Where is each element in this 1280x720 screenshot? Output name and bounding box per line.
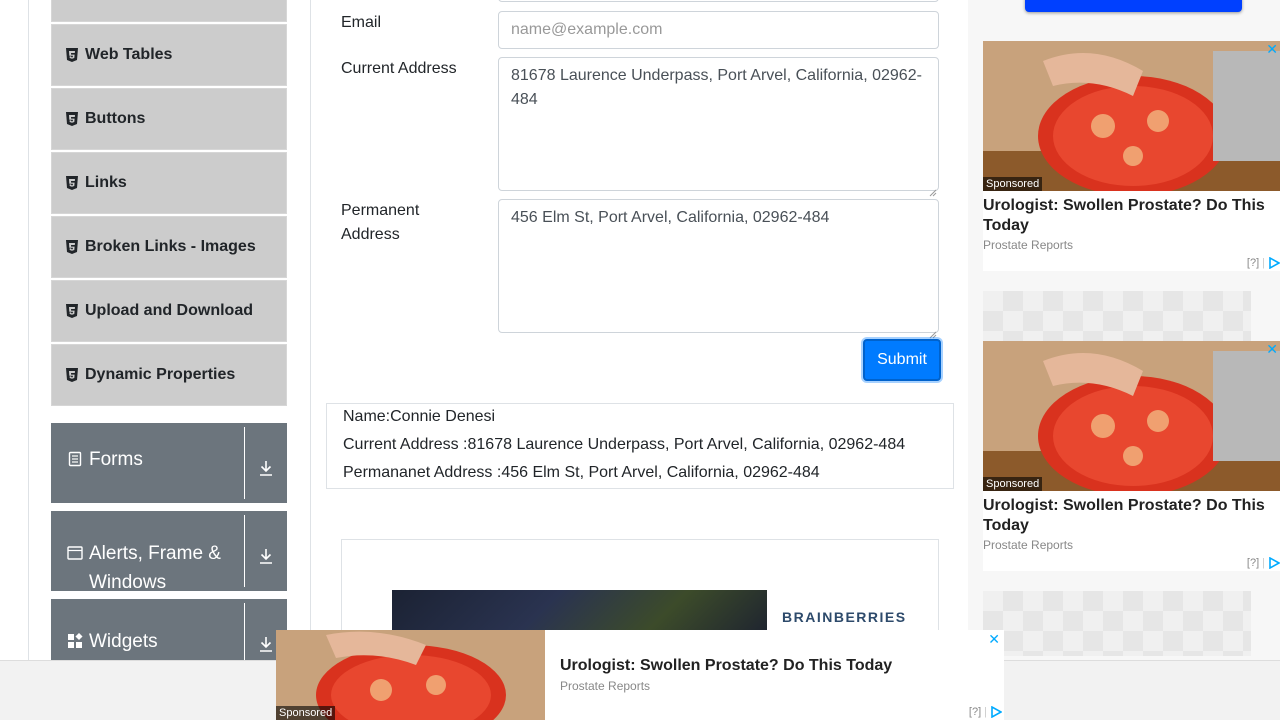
ad-help[interactable]: [?]: [969, 706, 981, 718]
adchoices-icon[interactable]: [1268, 557, 1280, 569]
ad-meta[interactable]: [?] |: [969, 706, 1002, 718]
ad-meta[interactable]: [?] |: [1247, 557, 1280, 569]
ad-pattern-background: [983, 591, 1251, 656]
current-address-label: Current Address: [341, 60, 457, 77]
sidebar-item-label: Upload and Download: [85, 302, 253, 319]
sidebar-item-label: Web Tables: [85, 46, 173, 63]
html5-icon: [66, 304, 78, 318]
submit-button[interactable]: Submit: [863, 339, 941, 381]
group-label: Alerts, Frame & Windows: [89, 543, 221, 593]
ad-meta[interactable]: [?] |: [1247, 257, 1280, 269]
ad-source: Prostate Reports: [983, 238, 1074, 252]
sponsored-tag: Sponsored: [276, 706, 336, 720]
output-permanent-address: Permananet Address :456 Elm St, Port Arv…: [343, 464, 820, 481]
download-icon: [245, 511, 287, 565]
sidebar-item-label: Dynamic Properties: [85, 366, 236, 383]
group-header-forms[interactable]: Forms: [51, 423, 287, 503]
group-label: Forms: [89, 449, 143, 470]
sidebar-item-label: Links: [85, 174, 127, 191]
html5-icon: [66, 368, 78, 382]
adchoices-icon[interactable]: [1268, 257, 1280, 269]
sponsored-ad-card[interactable]: Sponsored ✕ Urologist: Swollen Prostate?…: [983, 341, 1280, 571]
html5-icon: [66, 240, 78, 254]
sidebar-item-previous[interactable]: [51, 0, 287, 22]
sidebar-item-label: Broken Links - Images: [85, 238, 256, 255]
email-placeholder: name@example.com: [511, 21, 663, 38]
permanent-address-textarea[interactable]: 456 Elm St, Port Arvel, California, 0296…: [498, 199, 939, 339]
sponsored-tag: Sponsored: [983, 477, 1043, 491]
current-address-textarea[interactable]: 81678 Laurence Underpass, Port Arvel, Ca…: [498, 57, 939, 197]
html5-icon: [66, 112, 78, 126]
output-name: Name:Connie Denesi: [343, 408, 496, 425]
sidebar-item-web-tables[interactable]: Web Tables: [51, 24, 287, 86]
permanent-address-label: Permanent Address: [341, 202, 420, 243]
ad-title[interactable]: Urologist: Swollen Prostate? Do This Tod…: [560, 657, 892, 675]
sidebar-item-upload-download[interactable]: Upload and Download: [51, 280, 287, 342]
ad-help[interactable]: [?]: [1247, 557, 1259, 569]
resize-grip-icon[interactable]: [929, 323, 937, 339]
group-header-widgets[interactable]: Widgets: [51, 599, 287, 660]
group-header-alerts[interactable]: Alerts, Frame & Windows: [51, 511, 287, 593]
tomato-ad-image[interactable]: Sponsored ✕: [983, 341, 1280, 491]
tomato-ad-image[interactable]: Sponsored: [276, 630, 545, 720]
tomato-ad-image[interactable]: Sponsored ✕: [983, 41, 1280, 191]
ad-title[interactable]: Urologist: Swollen Prostate? Do This Tod…: [983, 496, 1280, 536]
left-sidebar: Web Tables Buttons Links Broken Links - …: [28, 0, 311, 660]
permanent-address-value: 456 Elm St, Port Arvel, California, 0296…: [511, 209, 830, 226]
output-current-address: Current Address :81678 Laurence Underpas…: [343, 436, 906, 453]
widgets-icon: [67, 633, 83, 649]
current-address-value: 81678 Laurence Underpass, Port Arvel, Ca…: [511, 67, 922, 108]
html5-icon: [66, 176, 78, 190]
sponsored-ad-card[interactable]: Sponsored ✕ Urologist: Swollen Prostate?…: [983, 41, 1280, 271]
sidebar-item-buttons[interactable]: Buttons: [51, 88, 287, 150]
close-icon[interactable]: ✕: [988, 631, 1000, 648]
download-icon: [245, 423, 287, 477]
ad-help[interactable]: [?]: [1247, 257, 1259, 269]
brainberries-label[interactable]: BRAINBERRIES: [782, 609, 907, 625]
sponsored-tag: Sponsored: [983, 177, 1043, 191]
window-icon: [67, 545, 83, 561]
ad-source: Prostate Reports: [560, 679, 651, 693]
sidebar-item-label: Buttons: [85, 110, 146, 127]
group-label: Widgets: [89, 631, 158, 652]
ad-cta-button[interactable]: [1025, 0, 1242, 12]
output-panel: Name:Connie Denesi Current Address :8167…: [326, 403, 954, 489]
resize-grip-icon[interactable]: [929, 181, 937, 197]
email-label: Email: [341, 14, 382, 31]
form-icon: [67, 451, 83, 467]
html5-icon: [66, 48, 78, 62]
email-field[interactable]: name@example.com: [498, 11, 939, 49]
close-icon[interactable]: ✕: [1266, 341, 1278, 358]
bottom-sticky-ad[interactable]: Sponsored Urologist: Swollen Prostate? D…: [276, 630, 1004, 720]
sidebar-item-links[interactable]: Links: [51, 152, 287, 214]
ad-title[interactable]: Urologist: Swollen Prostate? Do This Tod…: [983, 196, 1280, 236]
sidebar-item-broken-links[interactable]: Broken Links - Images: [51, 216, 287, 278]
adchoices-icon[interactable]: [990, 706, 1002, 718]
previous-input[interactable]: [498, 0, 939, 2]
close-icon[interactable]: ✕: [1266, 41, 1278, 58]
ad-source: Prostate Reports: [983, 538, 1074, 552]
ad-pattern-background: [983, 291, 1251, 341]
sidebar-item-dynamic-properties[interactable]: Dynamic Properties: [51, 344, 287, 406]
